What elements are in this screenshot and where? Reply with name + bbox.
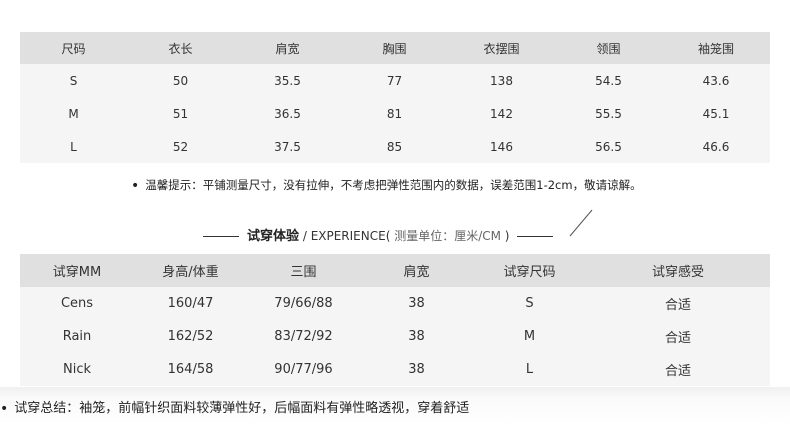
- experience-title-en: / EXPERIENCE(: [299, 229, 391, 243]
- experience-table-header: 身高/体重: [162, 265, 219, 280]
- summary-text: 试穿总结：袖笼，前幅针织面料较薄弹性好，后幅面料有弹性略透视，穿着舒适: [14, 401, 470, 416]
- table-cell: 85: [386, 139, 403, 154]
- table-row: M 51 36.5 81 142 55.5 45.1: [20, 97, 770, 130]
- table-cell: 35.5: [274, 73, 301, 88]
- size-table-header: 衣摆围: [483, 41, 520, 56]
- fitting-experience-table: 试穿MM 身高/体重 三围 肩宽 试穿尺码 试穿感受 Cens 160/47 7…: [20, 254, 770, 386]
- table-cell: 37.5: [274, 139, 301, 154]
- title-rule-right: [517, 236, 554, 237]
- experience-table-header: 试穿感受: [651, 265, 704, 280]
- table-cell: 162/52: [167, 329, 214, 344]
- experience-title-unit: 测量单位：厘米/CM: [390, 229, 505, 243]
- note-text: 温馨提示：平铺测量尺寸，没有拉伸，不考虑把弹性范围内的数据，误差范围1-2cm，…: [145, 178, 642, 192]
- experience-table-header: 试穿MM: [52, 265, 102, 280]
- table-cell: 142: [490, 106, 513, 121]
- table-cell: Nick: [62, 362, 91, 377]
- table-cell: 合适: [664, 364, 691, 379]
- experience-title-zh: 试穿体验: [247, 229, 300, 244]
- table-cell: Cens: [60, 296, 94, 311]
- table-cell: 55.5: [595, 106, 622, 121]
- table-row: Cens 160/47 79/66/88 38 S 合适: [20, 287, 770, 320]
- title-diagonal-line: [569, 209, 593, 237]
- experience-table-header: 三围: [290, 265, 317, 280]
- table-cell: 43.6: [702, 73, 730, 88]
- size-table-header: 衣长: [168, 41, 193, 56]
- table-cell: 合适: [664, 298, 691, 313]
- size-table-header: 胸围: [382, 41, 407, 56]
- size-table-header: 肩宽: [275, 41, 300, 56]
- table-cell: 38: [408, 362, 425, 377]
- size-table-header: 尺码: [61, 41, 86, 56]
- table-cell: L: [525, 362, 534, 377]
- table-cell: 77: [386, 73, 403, 88]
- table-cell: 45.1: [702, 106, 730, 121]
- table-cell: Rain: [62, 329, 92, 344]
- table-cell: 146: [490, 139, 513, 154]
- measurement-note: • 温馨提示：平铺测量尺寸，没有拉伸，不考虑把弹性范围内的数据，误差范围1-2cm…: [131, 177, 642, 194]
- table-cell: 52: [172, 139, 189, 154]
- table-row: Rain 162/52 83/72/92 38 M 合适: [20, 320, 770, 353]
- table-row: L 52 37.5 85 146 56.5 46.6: [20, 130, 770, 163]
- table-cell: M: [68, 106, 79, 121]
- table-cell: 51: [172, 106, 189, 121]
- table-cell: 56.5: [595, 139, 622, 154]
- experience-title-close: ): [504, 229, 510, 243]
- table-cell: 38: [408, 296, 425, 311]
- table-cell: 164/58: [167, 362, 214, 377]
- table-cell: 36.5: [274, 106, 301, 121]
- bullet-icon: •: [0, 401, 9, 417]
- table-row: Nick 164/58 90/77/96 38 L 合适: [20, 353, 770, 386]
- experience-table-header: 肩宽: [403, 265, 430, 280]
- table-cell: S: [69, 73, 78, 88]
- table-cell: 50: [172, 73, 189, 88]
- bullet-icon: •: [131, 178, 140, 194]
- table-cell: 合适: [664, 331, 691, 346]
- table-cell: 79/66/88: [274, 296, 333, 311]
- table-cell: 160/47: [167, 296, 214, 311]
- table-cell: 90/77/96: [274, 362, 333, 377]
- experience-table-header: 试穿尺码: [503, 265, 556, 280]
- table-cell: 83/72/92: [274, 329, 333, 344]
- size-table-header: 袖笼围: [697, 41, 734, 56]
- table-cell: 81: [386, 106, 403, 121]
- table-cell: S: [525, 296, 534, 311]
- experience-table-header-row: 试穿MM 身高/体重 三围 肩宽 试穿尺码 试穿感受: [20, 254, 770, 287]
- fitting-summary: • 试穿总结：袖笼，前幅针织面料较薄弹性好，后幅面料有弹性略透视，穿着舒适: [0, 397, 469, 417]
- experience-title: 试穿体验 / EXPERIENCE( 测量单位：厘米/CM ): [203, 225, 554, 245]
- table-cell: 38: [408, 329, 425, 344]
- size-table-header-row: 尺码 衣长 肩宽 胸围 衣摆围 领围 袖笼围: [20, 32, 770, 64]
- table-row: S 50 35.5 77 138 54.5 43.6: [20, 64, 770, 97]
- table-cell: 54.5: [595, 73, 622, 88]
- table-cell: M: [523, 329, 536, 344]
- size-chart-table: 尺码 衣长 肩宽 胸围 衣摆围 领围 袖笼围 S 50 35.5 77 138 …: [20, 32, 770, 163]
- title-rule-left: [203, 236, 239, 237]
- size-table-header: 领围: [596, 41, 621, 56]
- table-cell: 46.6: [702, 139, 730, 154]
- table-cell: L: [70, 139, 77, 154]
- table-cell: 138: [490, 73, 513, 88]
